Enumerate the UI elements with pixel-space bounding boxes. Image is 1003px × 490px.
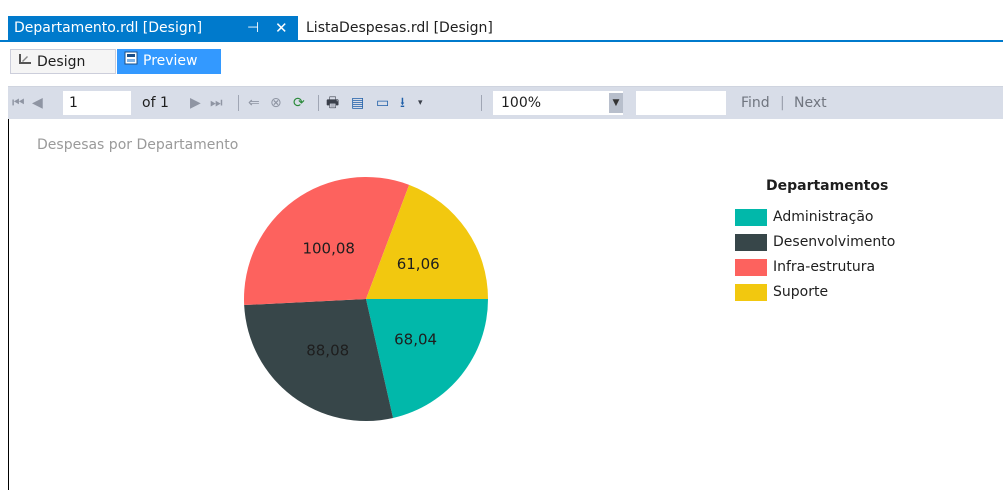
page-count-label: of 1 bbox=[142, 95, 169, 111]
legend-swatch bbox=[735, 259, 767, 276]
pie-data-label: 68,04 bbox=[394, 331, 437, 349]
tab-title: Departamento.rdl [Design] bbox=[14, 20, 203, 36]
last-page-icon[interactable]: ⏭ bbox=[210, 87, 223, 119]
toolbar-separator bbox=[318, 95, 319, 111]
stop-icon[interactable]: ⊗ bbox=[270, 87, 282, 119]
legend-label: Administração bbox=[773, 209, 874, 225]
legend-label: Infra-estrutura bbox=[773, 259, 876, 275]
page-setup-icon[interactable]: ▭ bbox=[376, 87, 389, 119]
next-page-icon[interactable]: ▶ bbox=[190, 87, 201, 119]
print-layout-icon[interactable]: ▤ bbox=[351, 87, 364, 119]
back-icon[interactable]: ⇐ bbox=[248, 87, 260, 119]
tab-preview[interactable]: Preview bbox=[117, 49, 221, 74]
print-icon[interactable]: 🖶 bbox=[326, 87, 339, 119]
pie-chart: 68,04 88,08 100,08 61,06 bbox=[243, 177, 488, 421]
legend-title: Departamentos bbox=[766, 178, 889, 194]
tab-title: ListaDespesas.rdl [Design] bbox=[306, 20, 493, 36]
design-icon bbox=[17, 50, 33, 75]
refresh-icon[interactable]: ⟳ bbox=[293, 87, 305, 119]
tab-listadespesas-rdl[interactable]: ListaDespesas.rdl [Design] bbox=[298, 16, 528, 40]
zoom-select[interactable]: 100% bbox=[493, 91, 623, 115]
previous-page-icon[interactable]: ◀ bbox=[32, 87, 43, 119]
pie-data-label: 88,08 bbox=[306, 342, 349, 360]
export-icon[interactable]: ⭳ bbox=[400, 87, 405, 119]
view-tabs: Design Preview bbox=[8, 46, 1003, 76]
export-dropdown-icon[interactable]: ▾ bbox=[418, 87, 423, 119]
first-page-icon[interactable]: ⏮ bbox=[12, 87, 25, 119]
page-number-input[interactable] bbox=[63, 91, 131, 115]
find-input[interactable] bbox=[636, 91, 726, 115]
chevron-down-icon[interactable]: ▼ bbox=[609, 93, 623, 113]
report-toolbar: ⏮ ◀ of 1 ▶ ⏭ ⇐ ⊗ ⟳ 🖶 ▤ ▭ ⭳ ▾ 100% ▼ Find… bbox=[8, 86, 1003, 120]
tab-preview-label: Preview bbox=[143, 53, 198, 69]
legend-label: Desenvolvimento bbox=[773, 234, 896, 250]
tab-design-label: Design bbox=[37, 54, 86, 70]
pie-data-label: 100,08 bbox=[302, 240, 355, 258]
toolbar-separator bbox=[481, 95, 482, 111]
legend-label: Suporte bbox=[773, 284, 829, 300]
find-link[interactable]: Find bbox=[741, 87, 770, 119]
legend-swatch bbox=[735, 234, 767, 251]
document-tab-strip: Departamento.rdl [Design] ⊣ ✕ ListaDespe… bbox=[0, 0, 1003, 42]
tab-design[interactable]: Design bbox=[10, 49, 116, 74]
report-canvas: Despesas por Departamento 68,04 88,08 100,… bbox=[8, 119, 1003, 490]
legend-swatch bbox=[735, 209, 767, 226]
close-icon[interactable]: ✕ bbox=[275, 16, 288, 40]
tab-departamento-rdl[interactable]: Departamento.rdl [Design] ⊣ ✕ bbox=[8, 16, 298, 40]
preview-icon bbox=[123, 49, 139, 74]
pin-icon[interactable]: ⊣ bbox=[247, 16, 259, 40]
find-separator: | bbox=[780, 95, 785, 111]
tab-strip-underline bbox=[0, 40, 1003, 42]
legend-swatch bbox=[735, 284, 767, 301]
find-next-link[interactable]: Next bbox=[794, 87, 827, 119]
pie-data-label: 61,06 bbox=[397, 255, 440, 273]
toolbar-separator bbox=[238, 95, 239, 111]
